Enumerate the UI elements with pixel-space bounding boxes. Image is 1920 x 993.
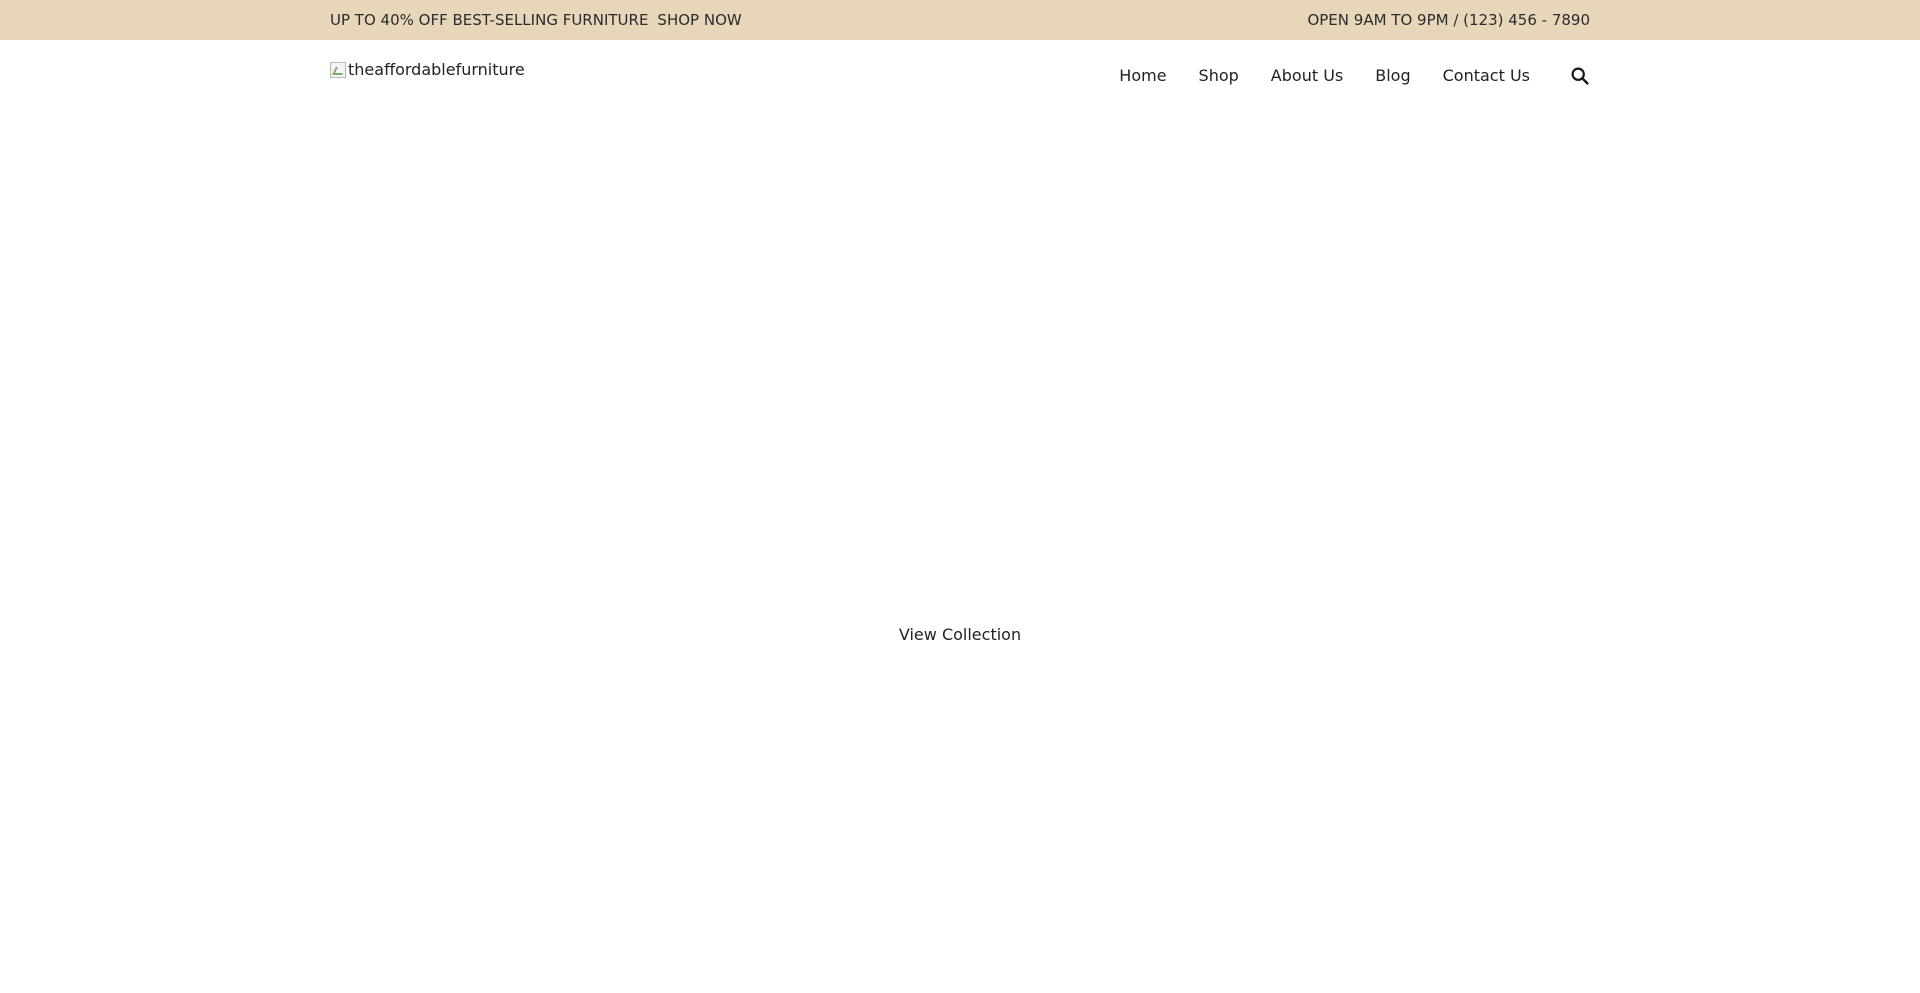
hero-section: View Collection bbox=[0, 111, 1920, 993]
shop-now-link[interactable]: SHOP NOW bbox=[657, 11, 741, 29]
nav-shop[interactable]: Shop bbox=[1199, 66, 1239, 85]
main-navigation: Home Shop About Us Blog Contact Us bbox=[1119, 40, 1590, 111]
view-collection-wrapper: View Collection bbox=[0, 625, 1920, 644]
nav-home[interactable]: Home bbox=[1119, 66, 1166, 85]
nav-contact-us[interactable]: Contact Us bbox=[1443, 66, 1530, 85]
nav-about-us[interactable]: About Us bbox=[1271, 66, 1343, 85]
store-hours-phone: OPEN 9AM TO 9PM / (123) 456 - 7890 bbox=[1307, 11, 1590, 29]
logo-alt-text: theaffordablefurniture bbox=[348, 60, 525, 79]
top-announcement-bar: UP TO 40% OFF BEST-SELLING FURNITURE SHO… bbox=[0, 0, 1920, 40]
site-header: theaffordablefurniture Home Shop About U… bbox=[0, 40, 1920, 111]
search-icon[interactable] bbox=[1570, 66, 1590, 86]
site-header-inner: theaffordablefurniture Home Shop About U… bbox=[330, 40, 1590, 111]
view-collection-button[interactable]: View Collection bbox=[899, 625, 1021, 644]
broken-image-icon bbox=[330, 61, 346, 78]
promo-text: UP TO 40% OFF BEST-SELLING FURNITURE bbox=[330, 11, 649, 29]
site-logo[interactable]: theaffordablefurniture bbox=[330, 60, 525, 79]
nav-blog[interactable]: Blog bbox=[1375, 66, 1410, 85]
top-announcement-bar-inner: UP TO 40% OFF BEST-SELLING FURNITURE SHO… bbox=[330, 0, 1590, 40]
promo-message: UP TO 40% OFF BEST-SELLING FURNITURE SHO… bbox=[330, 11, 742, 29]
